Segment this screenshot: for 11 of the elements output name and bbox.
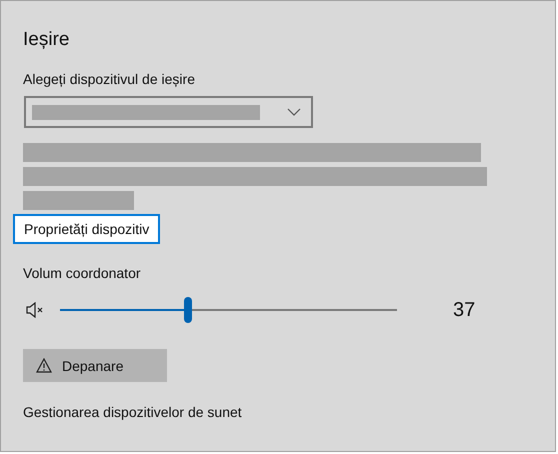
device-properties-link[interactable]: Proprietăți dispozitiv (13, 214, 160, 244)
device-dropdown[interactable] (24, 96, 313, 128)
manage-devices-link[interactable]: Gestionarea dispozitivelor de sunet (23, 404, 242, 420)
slider-thumb[interactable] (184, 297, 192, 323)
section-title: Ieșire (23, 29, 70, 51)
volume-value: 37 (453, 298, 476, 322)
field-label: Alegeți dispozitivul de ieșire (23, 71, 195, 87)
volume-label: Volum coordonator (23, 265, 141, 281)
chevron-down-icon (287, 108, 301, 116)
warning-icon (36, 358, 52, 373)
troubleshoot-button[interactable]: Depanare (23, 349, 167, 382)
